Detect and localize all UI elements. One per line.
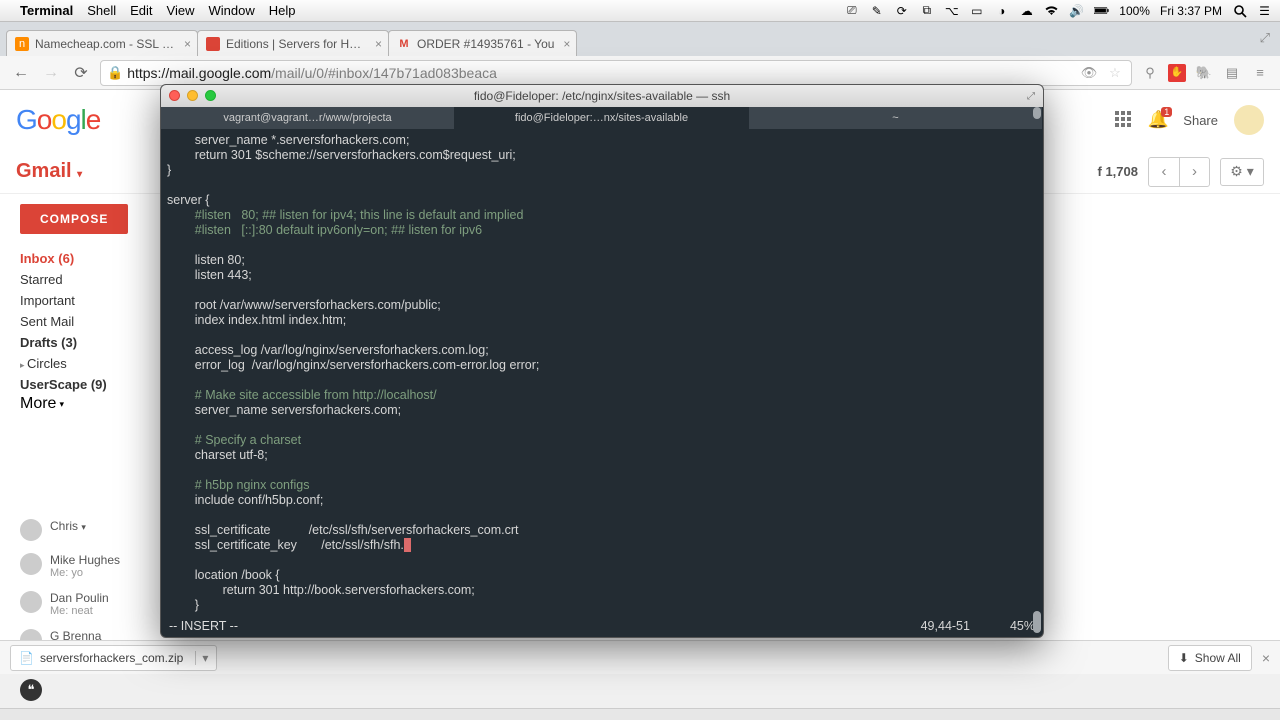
settings-gear-icon[interactable]: ⚙ ▾ — [1220, 158, 1264, 186]
dropbox-icon[interactable]: ⧉ — [919, 4, 934, 17]
battery-percent: 100% — [1119, 4, 1150, 18]
avatar — [20, 519, 42, 541]
window-controls[interactable] — [169, 90, 216, 101]
sidebar-folder[interactable]: Drafts (3) — [20, 332, 144, 353]
bookmark-icon[interactable]: ☆ — [1105, 63, 1125, 83]
key-icon[interactable]: ✎ — [869, 4, 884, 17]
compose-button[interactable]: COMPOSE — [20, 204, 128, 234]
menu-help[interactable]: Help — [269, 3, 296, 18]
screencast-icon[interactable]: ⎚ — [844, 4, 859, 17]
file-icon: 📄 — [19, 651, 34, 665]
more-link[interactable]: More▾ — [20, 395, 144, 413]
sync-icon[interactable]: ⟳ — [894, 4, 909, 17]
lock-icon: 🔒 — [107, 65, 123, 81]
wifi-icon[interactable] — [1044, 4, 1059, 17]
show-all-button[interactable]: ⬇ Show All — [1168, 645, 1252, 671]
favicon-sfh — [206, 37, 220, 51]
chrome-menu-icon[interactable]: ≡ — [1250, 63, 1270, 83]
avatar — [20, 553, 42, 575]
vpn-icon[interactable]: ◑ — [994, 4, 1009, 17]
fullscreen-icon[interactable]: ⤢ — [1260, 30, 1270, 46]
terminal-title: fido@Fideloper: /etc/nginx/sites-availab… — [474, 89, 730, 103]
sidebar-folder[interactable]: UserScape (9) — [20, 374, 144, 395]
close-tab-icon[interactable]: × — [563, 37, 570, 51]
active-app[interactable]: Terminal — [20, 3, 73, 18]
terminal-tab[interactable]: fido@Fideloper:…nx/sites-available — [455, 107, 749, 129]
address-bar[interactable]: 🔒 https://mail.google.com/mail/u/0/#inbo… — [100, 60, 1132, 86]
browser-tab[interactable]: M ORDER #14935761 - You × — [388, 30, 577, 56]
display-icon[interactable]: ▭ — [969, 4, 984, 17]
google-logo[interactable]: Google — [16, 104, 100, 137]
hangouts-icon[interactable]: ❝ — [20, 679, 42, 701]
terminal-tabs: vagrant@vagrant…r/www/projecta fido@Fide… — [161, 107, 1043, 129]
sidebar-folder[interactable]: Inbox (6) — [20, 248, 144, 269]
terminal-body[interactable]: server_name *.serversforhackers.com; ret… — [161, 129, 1043, 619]
menu-view[interactable]: View — [167, 3, 195, 18]
download-icon: ⬇ — [1179, 651, 1189, 665]
terminal-scrollbar[interactable] — [1031, 107, 1041, 633]
notification-center-icon[interactable]: ☰ — [1257, 4, 1272, 17]
download-shelf: 📄 serversforhackers_com.zip ▾ ⬇ Show All… — [0, 640, 1280, 674]
gmail-label[interactable]: Gmail ▾ — [16, 160, 82, 183]
favicon-namecheap: n — [15, 37, 29, 51]
battery-icon[interactable] — [1094, 4, 1109, 17]
pager: ‹ › — [1148, 157, 1210, 187]
gmail-sidebar: COMPOSE Inbox (6)StarredImportantSent Ma… — [0, 194, 150, 674]
sidebar-folder[interactable]: Starred — [20, 269, 144, 290]
prev-button[interactable]: ‹ — [1149, 158, 1179, 186]
chat-contact[interactable]: Dan PoulinMe: neat — [20, 585, 144, 623]
volume-icon[interactable]: 🔊 — [1069, 4, 1084, 17]
chat-contact[interactable]: Chris ▾ — [20, 513, 144, 547]
close-tab-icon[interactable]: × — [375, 37, 382, 51]
clock[interactable]: Fri 3:37 PM — [1160, 4, 1222, 18]
spotlight-icon[interactable] — [1232, 4, 1247, 17]
maximize-icon[interactable]: ⤢ — [1027, 91, 1035, 102]
vim-status: -- INSERT -- 49,44-51 45% — [161, 619, 1043, 637]
avatar[interactable] — [1234, 105, 1264, 135]
chrome-tabstrip: n Namecheap.com - SSL Ce × Editions | Se… — [0, 22, 1280, 56]
alfred-icon[interactable]: ⌥ — [944, 4, 959, 17]
page-icon[interactable]: ▤ — [1222, 63, 1242, 83]
terminal-tab[interactable]: vagrant@vagrant…r/www/projecta — [161, 107, 455, 129]
terminal-titlebar[interactable]: fido@Fideloper: /etc/nginx/sites-availab… — [161, 85, 1043, 107]
menu-edit[interactable]: Edit — [130, 3, 152, 18]
dock[interactable] — [0, 708, 1280, 720]
download-item[interactable]: 📄 serversforhackers_com.zip ▾ — [10, 645, 217, 671]
sidebar-folder[interactable]: Sent Mail — [20, 311, 144, 332]
terminal-window[interactable]: fido@Fideloper: /etc/nginx/sites-availab… — [160, 84, 1044, 638]
evernote-icon[interactable]: 🐘 — [1194, 63, 1214, 83]
next-button[interactable]: › — [1179, 158, 1209, 186]
back-button[interactable]: ← — [10, 62, 32, 84]
close-tab-icon[interactable]: × — [184, 37, 191, 51]
browser-tab[interactable]: Editions | Servers for Hack × — [197, 30, 389, 56]
notifications-bell-icon[interactable]: 🔔1 — [1147, 109, 1169, 131]
share-button[interactable]: Share — [1183, 113, 1218, 128]
close-shelf-icon[interactable]: × — [1262, 650, 1270, 666]
favicon-gmail: M — [397, 37, 411, 51]
extension-icon[interactable]: ⚲ — [1140, 63, 1160, 83]
adblock-icon[interactable]: ✋ — [1168, 64, 1186, 82]
avatar — [20, 591, 42, 613]
reload-button[interactable]: ⟳ — [70, 62, 92, 84]
chevron-down-icon[interactable]: ▾ — [195, 651, 208, 665]
chat-contact[interactable]: Mike HughesMe: yo — [20, 547, 144, 585]
macos-menubar: Terminal Shell Edit View Window Help ⎚ ✎… — [0, 0, 1280, 22]
terminal-tab[interactable]: ~ — [749, 107, 1043, 129]
sidebar-folder[interactable]: Important — [20, 290, 144, 311]
sidebar-folder[interactable]: ▸ Circles — [20, 353, 144, 374]
forward-button[interactable]: → — [40, 62, 62, 84]
chat-icon[interactable]: ☁ — [1019, 4, 1034, 17]
inbox-count: f 1,708 — [1098, 164, 1138, 179]
apps-grid-icon[interactable] — [1115, 111, 1133, 129]
browser-tab[interactable]: n Namecheap.com - SSL Ce × — [6, 30, 198, 56]
eye-icon[interactable]: 👁 — [1079, 63, 1099, 83]
menu-shell[interactable]: Shell — [87, 3, 116, 18]
menu-window[interactable]: Window — [209, 3, 255, 18]
